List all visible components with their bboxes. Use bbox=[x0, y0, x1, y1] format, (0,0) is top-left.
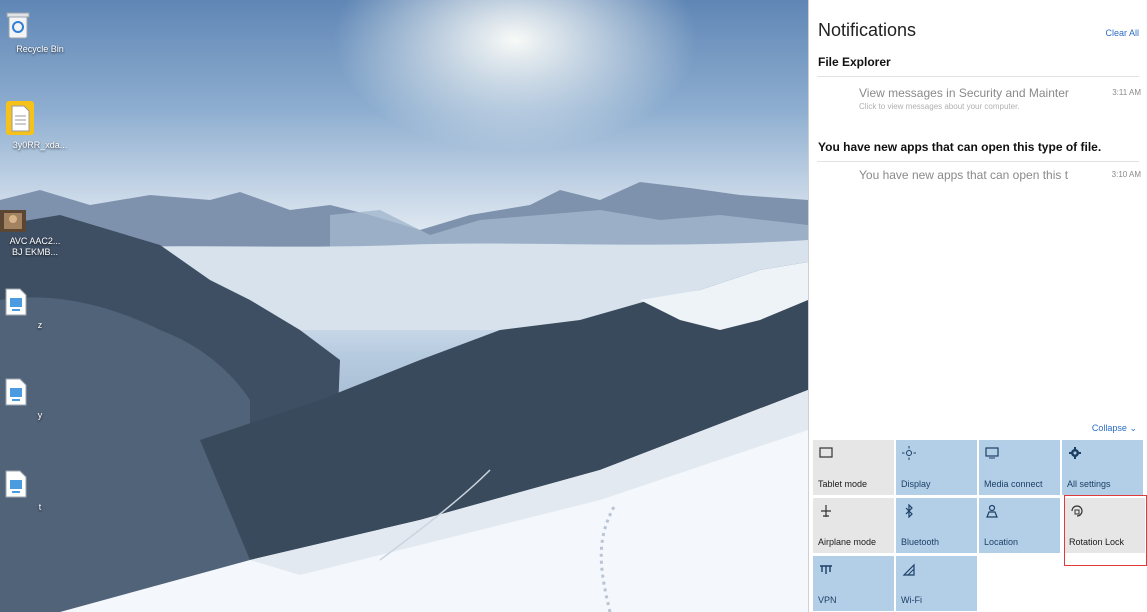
tile-label: Media connect bbox=[984, 479, 1043, 489]
desktop-icon-label: z bbox=[37, 320, 43, 330]
desktop-icon-file-z[interactable]: z bbox=[5, 288, 75, 331]
tile-rotation-lock[interactable]: Rotation Lock bbox=[1064, 498, 1145, 553]
airplane-icon bbox=[821, 505, 831, 517]
tile-label: Rotation Lock bbox=[1069, 537, 1125, 547]
notification-time: 3:10 AM bbox=[1111, 170, 1141, 179]
notification-time: 3:11 AM bbox=[1112, 88, 1141, 97]
mountain-wallpaper bbox=[0, 182, 808, 612]
desktop-icon-label: 3y0RR_xda... bbox=[12, 140, 68, 150]
tile-label: Location bbox=[984, 537, 1019, 547]
desktop-icon-label: Recycle Bin bbox=[16, 44, 64, 54]
collapse-label: Collapse bbox=[1091, 423, 1127, 433]
notification-item[interactable]: View messages in Security and Mainter 3:… bbox=[817, 86, 1141, 116]
desktop-icon-recycle-bin[interactable]: Recycle Bin bbox=[5, 10, 75, 55]
notification-divider bbox=[817, 76, 1139, 77]
tile-vpn[interactable]: VPN bbox=[813, 556, 894, 611]
notification-group-title: You have new apps that can open this typ… bbox=[818, 140, 1102, 154]
notification-message: You have new apps that can open this t bbox=[859, 168, 1069, 182]
desktop-icon-label: AVC AAC2... bbox=[9, 236, 61, 246]
tile-media-connect[interactable]: Media connect bbox=[979, 440, 1060, 495]
tile-all-settings[interactable]: All settings bbox=[1062, 440, 1143, 495]
desktop-icon-label: y bbox=[37, 410, 43, 420]
bluetooth-icon bbox=[905, 504, 913, 518]
display-brightness-icon bbox=[902, 446, 916, 460]
notification-group-title: File Explorer bbox=[818, 55, 891, 69]
wifi-icon bbox=[902, 563, 915, 576]
rotation-lock-icon bbox=[1071, 505, 1083, 517]
tile-label: Bluetooth bbox=[901, 537, 940, 547]
desktop-icon-video[interactable]: AVC AAC2... BJ EKMB... bbox=[0, 210, 70, 258]
media-connect-icon bbox=[985, 447, 999, 459]
tablet-mode-icon bbox=[819, 447, 833, 458]
tile-label: Wi-Fi bbox=[901, 595, 922, 605]
desktop-icon-label: t bbox=[38, 502, 42, 512]
desktop-icon-file-t[interactable]: t bbox=[5, 470, 75, 513]
tile-wifi[interactable]: Wi-Fi bbox=[896, 556, 977, 611]
tile-label: All settings bbox=[1067, 479, 1111, 489]
desktop-icon-file-y[interactable]: y bbox=[5, 378, 75, 421]
tile-bluetooth[interactable]: Bluetooth bbox=[896, 498, 977, 553]
tile-label: Airplane mode bbox=[818, 537, 877, 547]
vpn-icon bbox=[820, 565, 832, 574]
tile-label: Tablet mode bbox=[818, 479, 868, 489]
tile-label: Display bbox=[901, 479, 931, 489]
chevron-down-icon: ⌄ bbox=[1129, 423, 1137, 433]
desktop-icon-document[interactable]: 3y0RR_xda... bbox=[5, 100, 75, 151]
notification-divider bbox=[817, 161, 1139, 162]
location-icon bbox=[986, 504, 998, 518]
document-icon bbox=[6, 100, 55, 136]
collapse-button[interactable]: Collapse ⌄ bbox=[1092, 423, 1137, 434]
file-icon bbox=[5, 288, 51, 316]
tile-label: VPN bbox=[818, 595, 837, 605]
gear-icon bbox=[1069, 447, 1081, 459]
file-icon bbox=[5, 378, 51, 406]
desktop: Recycle Bin 3y0RR_xda... AVC AAC2... BJ … bbox=[0, 0, 808, 612]
tile-airplane-mode[interactable]: Airplane mode bbox=[813, 498, 894, 553]
file-icon bbox=[5, 470, 51, 498]
tile-tablet-mode[interactable]: Tablet mode bbox=[813, 440, 894, 495]
tile-display[interactable]: Display bbox=[896, 440, 977, 495]
notification-item[interactable]: You have new apps that can open this t 3… bbox=[817, 168, 1141, 188]
recycle-bin-icon bbox=[6, 10, 53, 40]
tile-location[interactable]: Location bbox=[979, 498, 1060, 553]
clear-all-link[interactable]: Clear All bbox=[1105, 28, 1139, 38]
notification-subtext: Click to view messages about your comput… bbox=[859, 102, 1020, 111]
action-center-title: Notifications bbox=[818, 20, 917, 40]
video-thumbnail-icon bbox=[0, 210, 48, 232]
desktop-icon-label-line2: BJ EKMB... bbox=[11, 247, 58, 257]
notification-message: View messages in Security and Mainter bbox=[859, 86, 1069, 100]
